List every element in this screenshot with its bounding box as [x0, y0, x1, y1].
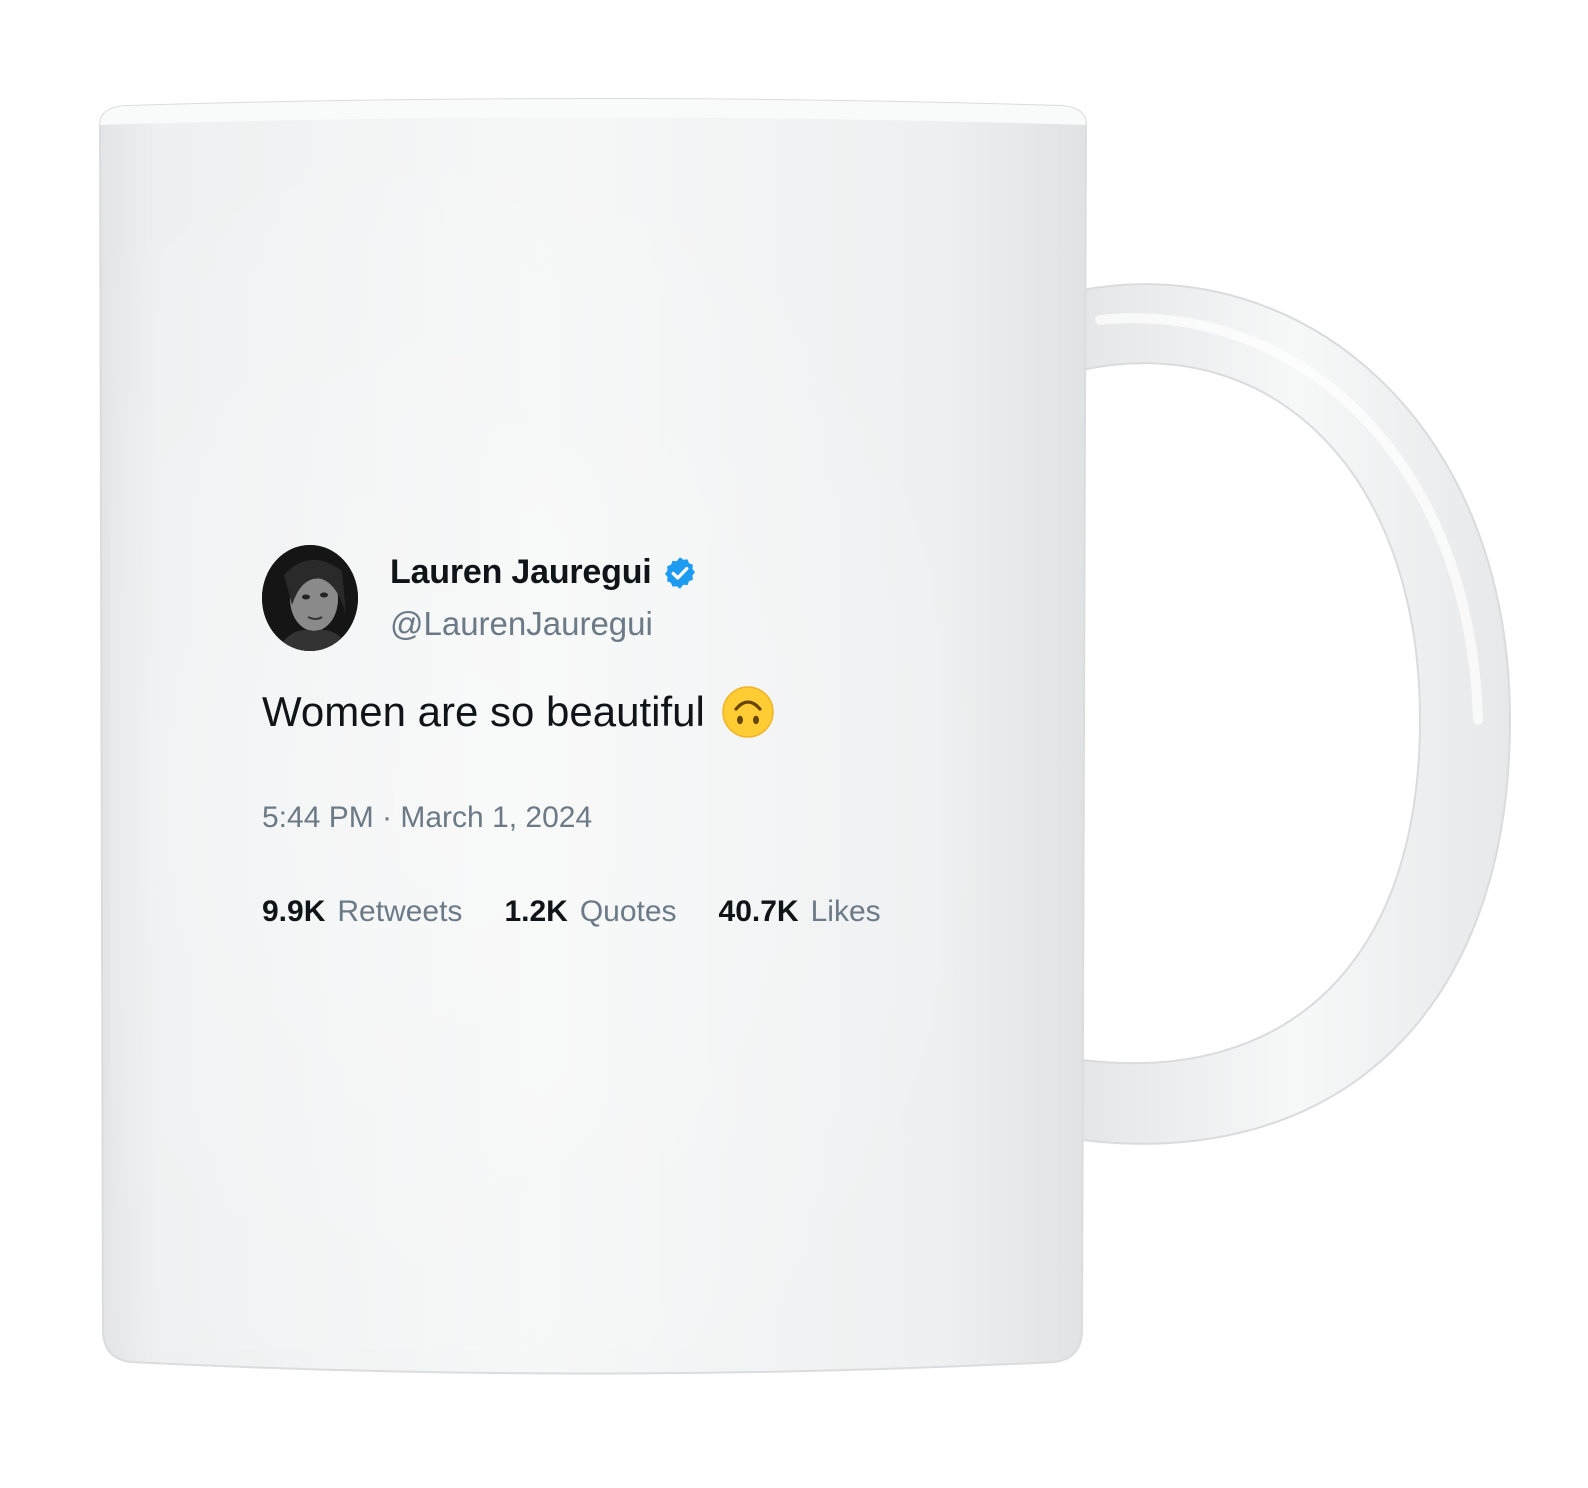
quotes-label: Quotes: [579, 895, 677, 928]
retweets-stat: 9.9K Retweets: [262, 895, 462, 929]
username-handle: @LaurenJauregui: [390, 605, 653, 642]
mug-photo: [0, 0, 1588, 1483]
likes-label: Likes: [810, 895, 881, 928]
retweets-count: 9.9K: [262, 895, 326, 928]
likes-count: 40.7K: [718, 895, 799, 928]
tweet-timestamp: 5:44 PM · March 1, 2024: [262, 801, 593, 834]
quotes-stat: 1.2K Quotes: [504, 895, 676, 929]
tweet-body: Women are so beautiful: [262, 685, 775, 739]
mug-handle: [1081, 283, 1512, 1145]
profile-photo-icon: [262, 545, 358, 651]
author-row: Lauren Jauregui: [390, 553, 698, 592]
avatar: [262, 545, 358, 651]
display-name: Lauren Jauregui: [390, 553, 652, 591]
tweet-text: Women are so beautiful: [262, 688, 705, 735]
upside-down-face-emoji-icon: [721, 685, 775, 739]
quotes-count: 1.2K: [504, 895, 568, 928]
mug-illustration: [98, 98, 1512, 1375]
verified-badge-icon: [662, 555, 698, 591]
likes-stat: 40.7K Likes: [719, 895, 881, 929]
tweet-stats: 9.9K Retweets 1.2K Quotes 40.7K Likes: [262, 895, 923, 929]
retweets-label: Retweets: [337, 895, 463, 928]
